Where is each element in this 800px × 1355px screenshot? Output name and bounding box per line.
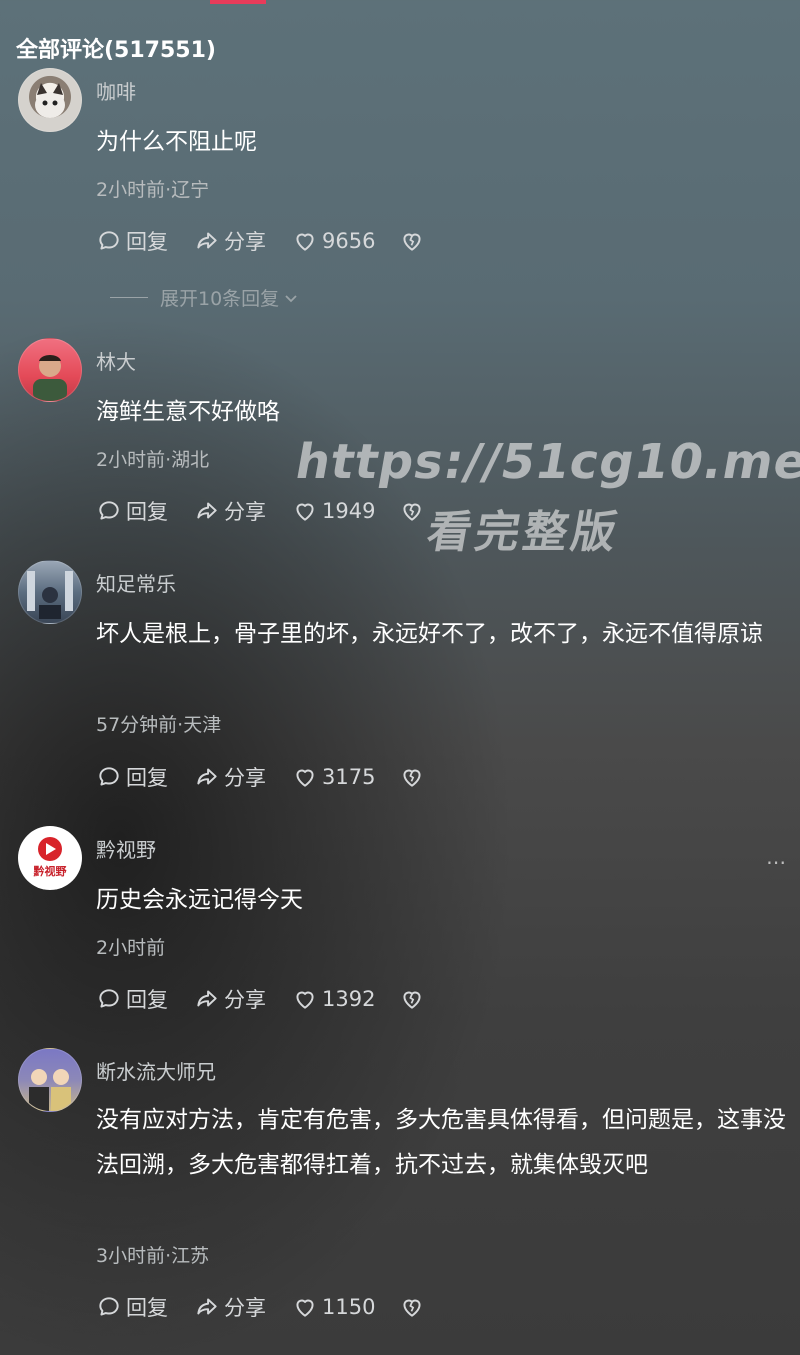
chat-bubble-icon xyxy=(99,989,119,1008)
share-label: 分享 xyxy=(224,988,266,1012)
like-button[interactable]: 9656 xyxy=(292,228,375,254)
comment-username[interactable]: 咖啡 xyxy=(96,76,136,105)
like-count: 3175 xyxy=(322,765,376,789)
share-arrow-icon xyxy=(197,1298,217,1315)
share-button[interactable]: 分享 xyxy=(194,226,266,256)
broken-heart-icon xyxy=(403,991,422,1009)
comments-header: 全部评论(517551) xyxy=(16,38,216,63)
comment-username[interactable]: 黔视野 xyxy=(96,834,156,863)
chat-bubble-icon xyxy=(99,1297,119,1316)
comment-text: 为什么不阻止呢 xyxy=(96,129,257,155)
comment-text: 没有应对方法，肯定有危害，多大危害具体得看，但问题是，这事没法回溯，多大危害都得… xyxy=(96,1107,786,1178)
reply-button[interactable]: 回复 xyxy=(96,762,168,792)
reply-button[interactable]: 回复 xyxy=(96,1292,168,1322)
reply-label: 回复 xyxy=(126,230,168,254)
avatar[interactable] xyxy=(18,338,82,402)
share-button[interactable]: 分享 xyxy=(194,984,266,1014)
like-button[interactable]: 1392 xyxy=(292,986,375,1012)
share-label: 分享 xyxy=(224,766,266,790)
dislike-button[interactable] xyxy=(399,228,429,254)
comment-meta: 3小时前·江苏 xyxy=(96,1245,210,1267)
heart-icon xyxy=(296,1299,314,1317)
chat-bubble-icon xyxy=(99,231,119,250)
heart-icon xyxy=(296,233,314,251)
comment-text: 历史会永远记得今天 xyxy=(96,887,303,913)
share-label: 分享 xyxy=(224,500,266,524)
share-button[interactable]: 分享 xyxy=(194,496,266,526)
avatar[interactable] xyxy=(18,68,82,132)
share-arrow-icon xyxy=(197,502,217,519)
watermark-subtitle: 看完整版 xyxy=(423,507,625,558)
comment-meta: 57分钟前·天津 xyxy=(96,714,222,736)
share-label: 分享 xyxy=(224,1296,266,1320)
comment-text: 海鲜生意不好做咯 xyxy=(96,399,280,425)
share-button[interactable]: 分享 xyxy=(194,762,266,792)
reply-button[interactable]: 回复 xyxy=(96,984,168,1014)
reply-label: 回复 xyxy=(126,500,168,524)
logo-text: 黔视野 xyxy=(34,864,67,878)
share-arrow-icon xyxy=(197,768,217,785)
broken-heart-icon xyxy=(403,233,422,251)
heart-icon xyxy=(296,991,314,1009)
comment-username[interactable]: 断水流大师兄 xyxy=(96,1056,216,1085)
dislike-button[interactable] xyxy=(399,764,429,790)
share-arrow-icon xyxy=(197,232,217,249)
more-options-icon[interactable]: ⋯ xyxy=(766,850,787,874)
comment-meta: 2小时前·湖北 xyxy=(96,449,210,471)
like-count: 1150 xyxy=(322,1295,376,1319)
share-button[interactable]: 分享 xyxy=(194,1292,266,1322)
expand-replies-label: 展开10条回复 xyxy=(160,288,280,310)
watermark-url: https://51cg10.me xyxy=(291,434,800,490)
watermark: https://51cg10.me 看完整版 xyxy=(279,434,800,560)
expand-replies-button[interactable]: 展开10条回复 xyxy=(110,284,299,311)
share-label: 分享 xyxy=(224,230,266,254)
broken-heart-icon xyxy=(403,1299,422,1317)
reply-button[interactable]: 回复 xyxy=(96,496,168,526)
like-count: 9656 xyxy=(322,229,376,253)
avatar[interactable] xyxy=(18,1048,82,1112)
comment-username[interactable]: 知足常乐 xyxy=(96,568,176,597)
avatar[interactable]: 黔视野 xyxy=(18,826,82,890)
comment-username[interactable]: 林大 xyxy=(96,346,136,375)
avatar[interactable] xyxy=(18,560,82,624)
share-arrow-icon xyxy=(197,990,217,1007)
divider-line xyxy=(110,297,148,298)
comment-text: 坏人是根上，骨子里的坏，永远好不了，改不了，永远不值得原谅 xyxy=(96,621,763,647)
like-button[interactable]: 3175 xyxy=(292,764,375,790)
chat-bubble-icon xyxy=(99,501,119,520)
like-count: 1392 xyxy=(322,987,376,1011)
dislike-button[interactable] xyxy=(399,986,429,1012)
broken-heart-icon xyxy=(403,769,422,787)
like-button[interactable]: 1150 xyxy=(292,1294,375,1320)
dislike-button[interactable] xyxy=(399,1294,429,1320)
comment-meta: 2小时前·辽宁 xyxy=(96,179,210,201)
chat-bubble-icon xyxy=(99,767,119,786)
reply-label: 回复 xyxy=(126,1296,168,1320)
heart-icon xyxy=(296,769,314,787)
chevron-down-icon xyxy=(285,294,297,302)
reply-button[interactable]: 回复 xyxy=(96,226,168,256)
top-indicator xyxy=(210,0,266,4)
reply-label: 回复 xyxy=(126,988,168,1012)
comment-meta: 2小时前 xyxy=(96,937,166,959)
reply-label: 回复 xyxy=(126,766,168,790)
